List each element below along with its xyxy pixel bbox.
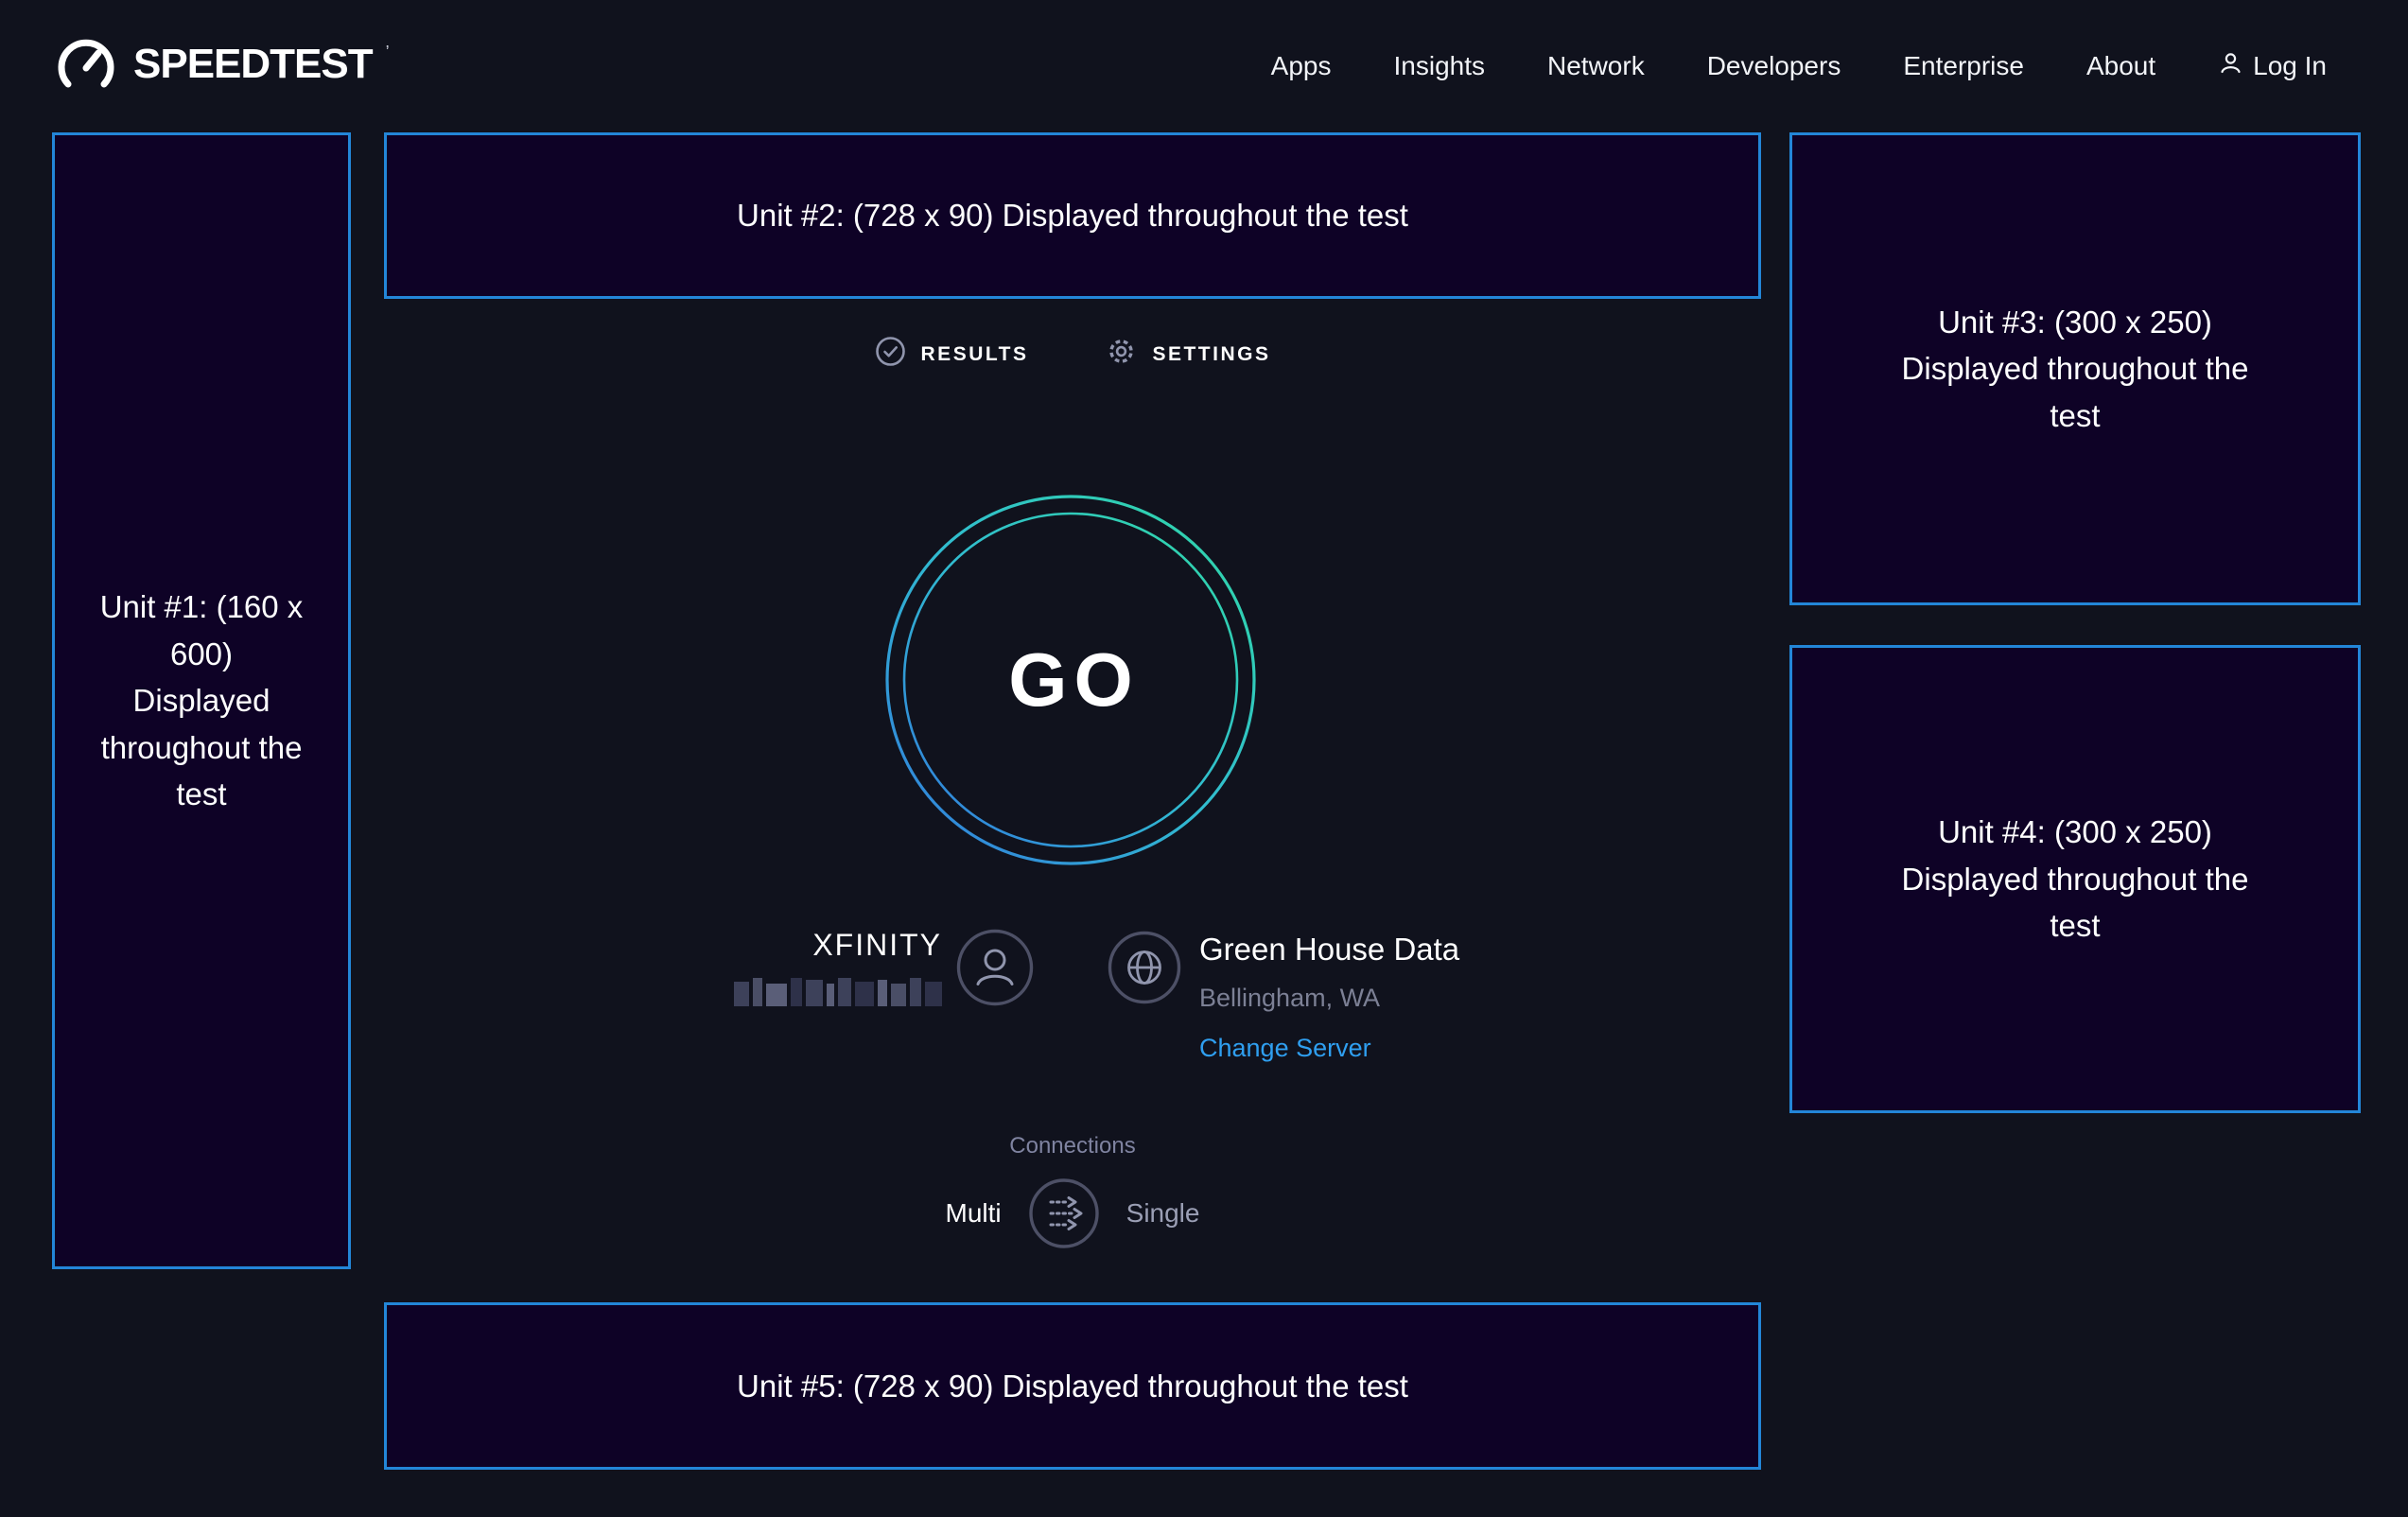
tab-results[interactable]: RESULTS [875, 336, 1029, 373]
nav-item-about[interactable]: About [2086, 51, 2155, 81]
go-button-label: GO [881, 491, 1260, 869]
connections-toggle-row: Multi Single [384, 1177, 1761, 1249]
tab-settings-label: SETTINGS [1152, 343, 1270, 366]
nav-item-developers[interactable]: Developers [1707, 51, 1841, 81]
server-name: Green House Data [1199, 931, 1459, 968]
ip-address-redacted [734, 974, 942, 1006]
ad-unit-3[interactable]: Unit #3: (300 x 250) Displayed throughou… [1789, 132, 2361, 605]
nav-item-network[interactable]: Network [1547, 51, 1645, 81]
speedtest-logo[interactable]: SPEEDTEST ’ [52, 30, 390, 103]
ad-unit-5[interactable]: Unit #5: (728 x 90) Displayed throughout… [384, 1302, 1761, 1470]
ad-unit-4[interactable]: Unit #4: (300 x 250) Displayed throughou… [1789, 645, 2361, 1113]
user-circle-icon [956, 929, 1034, 1011]
logo-trademark: ’ [386, 44, 390, 61]
change-server-link[interactable]: Change Server [1199, 1034, 1371, 1063]
check-circle-icon [875, 336, 906, 373]
gear-icon [1106, 336, 1137, 373]
connections-single-option[interactable]: Single [1126, 1198, 1200, 1229]
globe-circle-icon [1108, 931, 1181, 1009]
nav-item-apps[interactable]: Apps [1271, 51, 1332, 81]
go-button[interactable]: GO [881, 491, 1260, 869]
multi-connection-icon[interactable] [1028, 1177, 1100, 1249]
ad-unit-1-label: Unit #1: (160 x 600) Displayed throughou… [99, 584, 304, 818]
ad-unit-4-label: Unit #4: (300 x 250) Displayed throughou… [1886, 809, 2264, 950]
connections-title: Connections [384, 1133, 1761, 1160]
connections-multi-option[interactable]: Multi [946, 1198, 1002, 1229]
main-nav: Apps Insights Network Developers Enterpr… [1271, 50, 2327, 82]
ad-unit-3-label: Unit #3: (300 x 250) Displayed throughou… [1886, 299, 2264, 440]
server-info: Green House Data Bellingham, WA Change S… [1199, 931, 1459, 1063]
ad-unit-1[interactable]: Unit #1: (160 x 600) Displayed throughou… [52, 132, 351, 1269]
nav-item-login[interactable]: Log In [2218, 50, 2327, 82]
ad-unit-5-label: Unit #5: (728 x 90) Displayed throughout… [737, 1363, 1408, 1410]
client-isp-name: XFINITY [812, 927, 942, 963]
speedometer-icon [52, 30, 120, 103]
nav-item-enterprise[interactable]: Enterprise [1903, 51, 2024, 81]
user-icon [2218, 50, 2243, 82]
ad-unit-2[interactable]: Unit #2: (728 x 90) Displayed throughout… [384, 132, 1761, 299]
tab-settings[interactable]: SETTINGS [1106, 336, 1270, 373]
tab-results-label: RESULTS [921, 343, 1029, 366]
speedtest-page: SPEEDTEST ’ Apps Insights Network Develo… [0, 0, 2408, 1517]
top-nav-bar: SPEEDTEST ’ Apps Insights Network Develo… [0, 0, 2408, 132]
server-location: Bellingham, WA [1199, 984, 1380, 1013]
ad-unit-2-label: Unit #2: (728 x 90) Displayed throughout… [737, 192, 1408, 239]
nav-item-insights[interactable]: Insights [1394, 51, 1486, 81]
logo-wordmark: SPEEDTEST [133, 30, 373, 98]
results-settings-tabs: RESULTS SETTINGS [384, 336, 1761, 373]
client-info: XFINITY [734, 927, 942, 1006]
